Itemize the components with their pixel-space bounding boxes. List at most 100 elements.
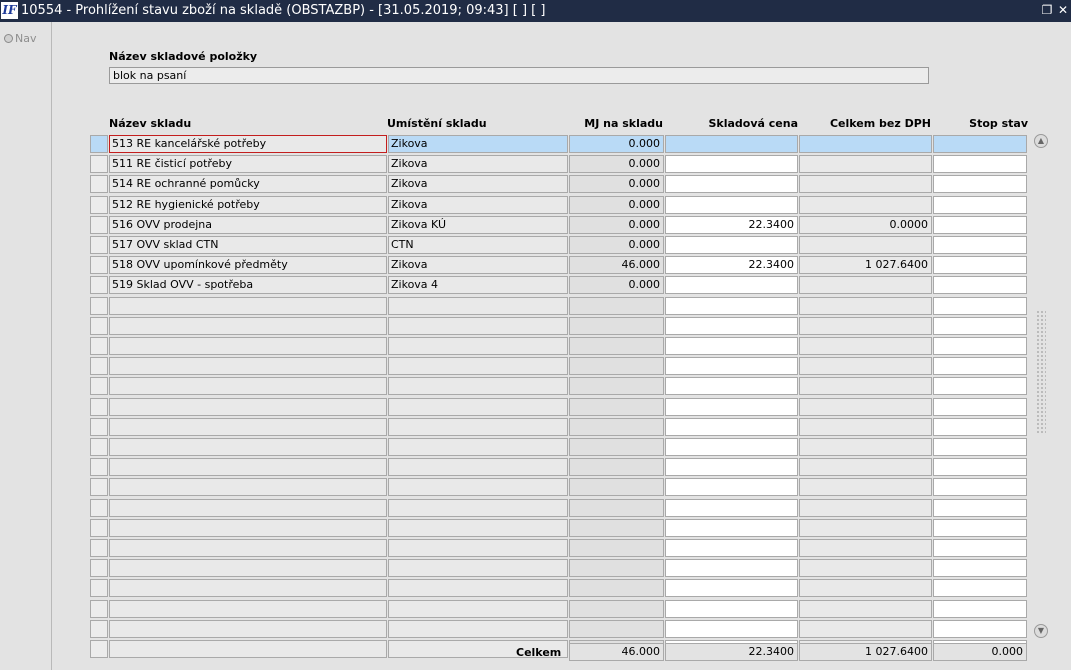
warehouse-location-cell[interactable]: Zikova KÚ — [388, 216, 568, 234]
mj-stock-cell[interactable]: 0.000 — [569, 135, 664, 153]
stock-price-cell[interactable] — [665, 620, 798, 638]
warehouse-location-cell[interactable] — [388, 458, 568, 476]
stop-stock-cell[interactable] — [933, 337, 1027, 355]
row-selector[interactable] — [90, 579, 108, 597]
warehouse-name-cell[interactable]: 513 RE kancelářské potřeby — [109, 135, 387, 153]
stop-stock-cell[interactable] — [933, 256, 1027, 274]
close-icon[interactable]: ✕ — [1056, 3, 1070, 18]
total-no-vat-cell[interactable] — [799, 458, 932, 476]
mj-stock-cell[interactable] — [569, 377, 664, 395]
total-no-vat-cell[interactable] — [799, 539, 932, 557]
stock-price-cell[interactable] — [665, 478, 798, 496]
mj-stock-cell[interactable]: 0.000 — [569, 276, 664, 294]
mj-stock-cell[interactable] — [569, 458, 664, 476]
row-selector[interactable] — [90, 135, 108, 153]
mj-stock-cell[interactable] — [569, 438, 664, 456]
stop-stock-cell[interactable] — [933, 297, 1027, 315]
total-no-vat-cell[interactable] — [799, 398, 932, 416]
stock-price-cell[interactable]: 22.3400 — [665, 216, 798, 234]
row-selector[interactable] — [90, 499, 108, 517]
stock-price-cell[interactable] — [665, 438, 798, 456]
warehouse-location-cell[interactable] — [388, 438, 568, 456]
stop-stock-cell[interactable] — [933, 418, 1027, 436]
row-selector[interactable] — [90, 357, 108, 375]
stop-stock-cell[interactable] — [933, 236, 1027, 254]
row-selector[interactable] — [90, 256, 108, 274]
warehouse-location-cell[interactable] — [388, 398, 568, 416]
mj-stock-cell[interactable] — [569, 418, 664, 436]
warehouse-location-cell[interactable]: Zikova — [388, 135, 568, 153]
mj-stock-cell[interactable] — [569, 539, 664, 557]
total-no-vat-cell[interactable] — [799, 276, 932, 294]
stop-stock-cell[interactable] — [933, 559, 1027, 577]
stock-price-cell[interactable] — [665, 317, 798, 335]
row-selector[interactable] — [90, 216, 108, 234]
stop-stock-cell[interactable] — [933, 499, 1027, 517]
row-selector[interactable] — [90, 337, 108, 355]
warehouse-location-cell[interactable]: Zikova — [388, 256, 568, 274]
warehouse-name-cell[interactable] — [109, 398, 387, 416]
mj-stock-cell[interactable] — [569, 297, 664, 315]
warehouse-name-cell[interactable] — [109, 559, 387, 577]
warehouse-name-cell[interactable] — [109, 519, 387, 537]
warehouse-name-cell[interactable] — [109, 438, 387, 456]
warehouse-name-cell[interactable] — [109, 640, 387, 658]
row-selector[interactable] — [90, 519, 108, 537]
warehouse-location-cell[interactable] — [388, 499, 568, 517]
warehouse-name-cell[interactable] — [109, 539, 387, 557]
warehouse-name-cell[interactable] — [109, 478, 387, 496]
warehouse-name-cell[interactable]: 516 OVV prodejna — [109, 216, 387, 234]
mj-stock-cell[interactable] — [569, 337, 664, 355]
warehouse-name-cell[interactable] — [109, 337, 387, 355]
total-no-vat-cell[interactable] — [799, 620, 932, 638]
stop-stock-cell[interactable] — [933, 620, 1027, 638]
stop-stock-cell[interactable] — [933, 155, 1027, 173]
stock-price-cell[interactable] — [665, 539, 798, 557]
row-selector[interactable] — [90, 155, 108, 173]
mj-stock-cell[interactable] — [569, 398, 664, 416]
stock-price-cell[interactable] — [665, 297, 798, 315]
warehouse-location-cell[interactable] — [388, 600, 568, 618]
row-selector[interactable] — [90, 297, 108, 315]
row-selector[interactable] — [90, 478, 108, 496]
stop-stock-cell[interactable] — [933, 357, 1027, 375]
warehouse-location-cell[interactable] — [388, 478, 568, 496]
warehouse-location-cell[interactable] — [388, 519, 568, 537]
scroll-up-icon[interactable]: ▲ — [1034, 134, 1048, 148]
stop-stock-cell[interactable] — [933, 276, 1027, 294]
stop-stock-cell[interactable] — [933, 539, 1027, 557]
total-no-vat-cell[interactable] — [799, 236, 932, 254]
stop-stock-cell[interactable] — [933, 135, 1027, 153]
stock-price-cell[interactable] — [665, 276, 798, 294]
row-selector[interactable] — [90, 196, 108, 214]
stock-price-cell[interactable] — [665, 175, 798, 193]
row-selector[interactable] — [90, 377, 108, 395]
mj-stock-cell[interactable] — [569, 620, 664, 638]
stop-stock-cell[interactable] — [933, 600, 1027, 618]
warehouse-location-cell[interactable] — [388, 337, 568, 355]
warehouse-name-cell[interactable] — [109, 620, 387, 638]
stock-price-cell[interactable] — [665, 579, 798, 597]
warehouse-location-cell[interactable] — [388, 418, 568, 436]
row-selector[interactable] — [90, 458, 108, 476]
stop-stock-cell[interactable] — [933, 398, 1027, 416]
nav-label[interactable]: Nav — [15, 32, 36, 45]
stock-price-cell[interactable] — [665, 398, 798, 416]
warehouse-name-cell[interactable] — [109, 377, 387, 395]
stop-stock-cell[interactable] — [933, 519, 1027, 537]
row-selector[interactable] — [90, 438, 108, 456]
stock-price-cell[interactable]: 22.3400 — [665, 256, 798, 274]
mj-stock-cell[interactable] — [569, 357, 664, 375]
scroll-grip-icon[interactable] — [1036, 310, 1046, 434]
row-selector[interactable] — [90, 600, 108, 618]
item-name-field[interactable]: blok na psaní — [109, 67, 929, 84]
total-no-vat-cell[interactable]: 1 027.6400 — [799, 256, 932, 274]
warehouse-location-cell[interactable]: Zikova — [388, 175, 568, 193]
total-no-vat-cell[interactable] — [799, 478, 932, 496]
warehouse-name-cell[interactable]: 517 OVV sklad CTN — [109, 236, 387, 254]
mj-stock-cell[interactable]: 0.000 — [569, 155, 664, 173]
mj-stock-cell[interactable] — [569, 499, 664, 517]
warehouse-location-cell[interactable] — [388, 297, 568, 315]
row-selector[interactable] — [90, 175, 108, 193]
total-no-vat-cell[interactable] — [799, 135, 932, 153]
